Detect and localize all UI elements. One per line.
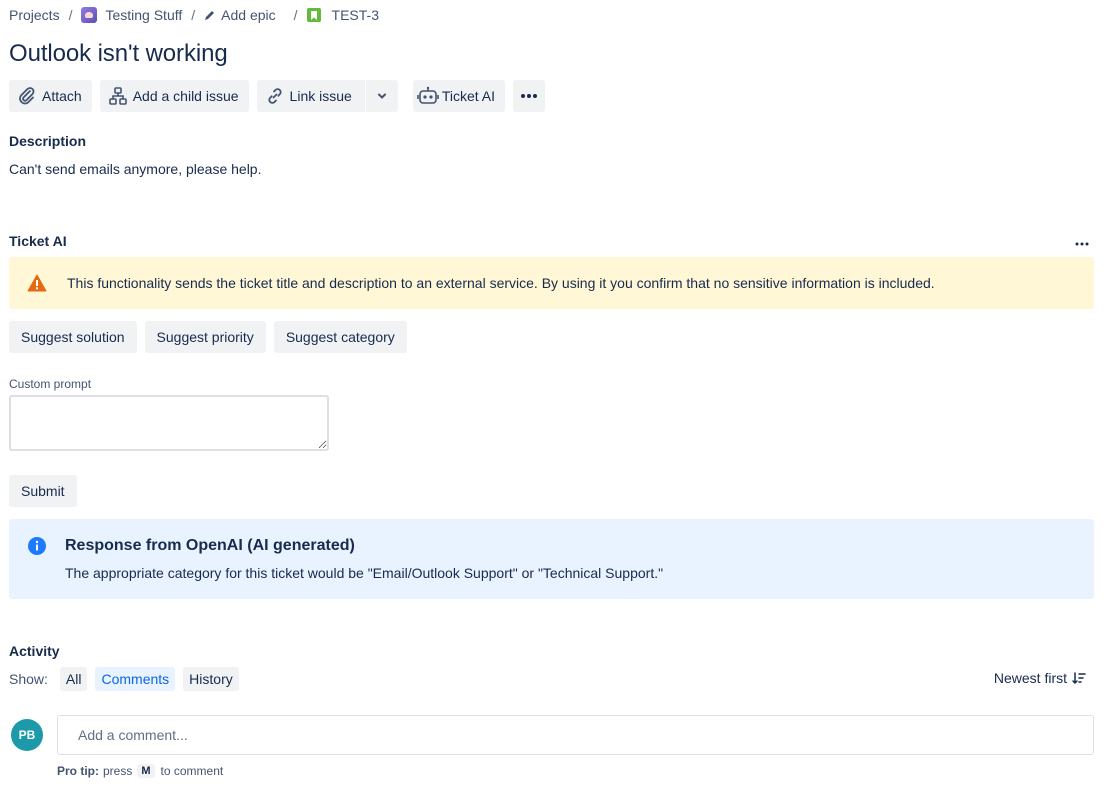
add-child-issue-label: Add a child issue (132, 88, 239, 104)
activity-filter-row: Show: All Comments History (9, 667, 247, 691)
more-actions-button[interactable] (512, 80, 545, 112)
link-issue-dropdown-button[interactable] (365, 80, 398, 112)
activity-heading: Activity (9, 643, 60, 659)
paperclip-icon (19, 87, 35, 105)
pencil-icon (204, 9, 216, 21)
link-icon (267, 88, 282, 104)
breadcrumb-separator: / (191, 7, 196, 23)
info-icon (28, 537, 46, 555)
warning-text: This functionality sends the ticket titl… (67, 275, 935, 291)
ticket-ai-button[interactable]: Ticket AI (412, 80, 505, 112)
sort-order-button[interactable]: Newest first (994, 670, 1086, 686)
breadcrumb-issue[interactable]: TEST-3 (298, 7, 379, 23)
ai-response-body: The appropriate category for this ticket… (65, 565, 664, 581)
filter-all[interactable]: All (59, 667, 88, 691)
pro-tip: Pro tip: press M to comment (57, 764, 223, 778)
link-issue-label: Link issue (289, 88, 352, 104)
description-text[interactable]: Can't send emails anymore, please help. (9, 161, 261, 177)
filter-comments[interactable]: Comments (95, 667, 176, 691)
custom-prompt-label: Custom prompt (9, 377, 92, 391)
custom-prompt-input[interactable] (9, 395, 329, 451)
pro-tip-press: press (103, 764, 133, 778)
sort-icon (1072, 672, 1086, 684)
more-icon (1075, 242, 1089, 246)
avatar[interactable]: PB (11, 719, 43, 751)
more-icon (520, 94, 537, 98)
breadcrumb-project-label: Testing Stuff (105, 7, 183, 23)
issue-toolbar: Attach Add a child issue Link issue Tick… (9, 80, 553, 112)
pro-tip-rest: to comment (160, 764, 224, 778)
ticket-ai-label: Ticket AI (441, 88, 495, 104)
filter-history[interactable]: History (183, 667, 239, 691)
breadcrumb-issue-key: TEST-3 (331, 7, 379, 23)
ai-response-title: Response from OpenAI (AI generated) (65, 537, 355, 554)
show-label: Show: (9, 671, 48, 687)
add-child-issue-button[interactable]: Add a child issue (99, 80, 249, 112)
pro-tip-key: M (137, 764, 155, 778)
description-heading: Description (9, 133, 87, 149)
breadcrumb-separator: / (68, 7, 73, 23)
ticket-ai-heading: Ticket AI (9, 233, 67, 249)
issue-title[interactable]: Outlook isn't working (9, 40, 228, 68)
breadcrumb-add-epic[interactable]: Add epic (204, 7, 276, 23)
suggest-priority-button[interactable]: Suggest priority (144, 321, 266, 353)
ai-response-panel: Response from OpenAI (AI generated) The … (9, 519, 1094, 599)
robot-icon (417, 86, 439, 104)
link-issue-button[interactable]: Link issue (256, 80, 365, 112)
attach-label: Attach (42, 88, 82, 104)
sort-order-label: Newest first (993, 670, 1067, 686)
warning-icon (27, 274, 47, 292)
submit-button[interactable]: Submit (9, 475, 77, 507)
suggest-solution-button[interactable]: Suggest solution (9, 321, 137, 353)
suggest-category-button[interactable]: Suggest category (273, 321, 407, 353)
chevron-down-icon (377, 93, 386, 99)
ai-suggestion-buttons: Suggest solution Suggest priority Sugges… (9, 321, 415, 353)
attach-button[interactable]: Attach (9, 80, 92, 112)
comment-input[interactable] (57, 715, 1094, 755)
warning-banner: This functionality sends the ticket titl… (9, 257, 1094, 309)
hierarchy-icon (108, 87, 127, 105)
breadcrumb-projects[interactable]: Projects (9, 7, 60, 23)
breadcrumb-add-epic-label: Add epic (221, 7, 276, 23)
pro-tip-label: Pro tip: (57, 764, 99, 778)
ticket-ai-more-button[interactable] (1075, 233, 1089, 249)
breadcrumb-project[interactable]: Testing Stuff (81, 7, 182, 23)
breadcrumb: Projects / Testing Stuff / Add epic / TE… (9, 5, 379, 25)
story-icon (306, 8, 321, 22)
project-icon (81, 7, 98, 23)
